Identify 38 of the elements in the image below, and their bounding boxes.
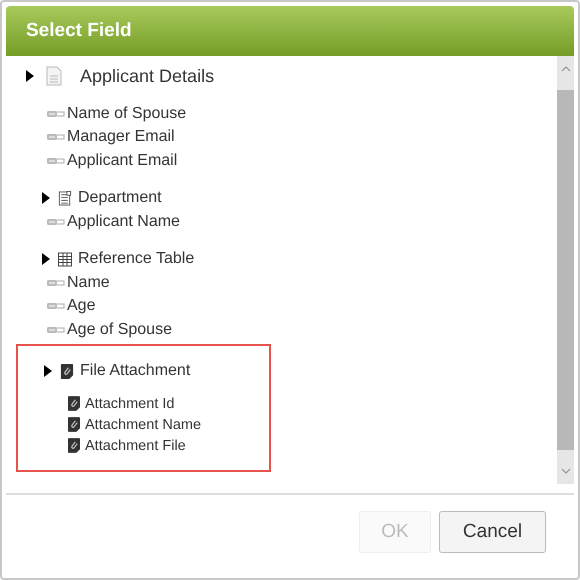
tree-item[interactable]: Reference Table <box>78 250 194 268</box>
attachment-icon <box>68 417 80 432</box>
expand-arrow-icon[interactable] <box>42 253 50 266</box>
tree-item[interactable]: Department <box>78 189 162 208</box>
attachment-icon <box>60 364 74 379</box>
tree-item[interactable]: Name <box>67 274 110 292</box>
scrollbar[interactable] <box>557 56 574 484</box>
dialog-title: Select Field <box>26 20 132 42</box>
field-icon <box>46 108 66 119</box>
dialog-button[interactable]: Cancel <box>439 511 546 553</box>
field-icon <box>46 156 66 166</box>
scroll-up-icon[interactable] <box>560 66 570 72</box>
field-icon <box>46 216 66 227</box>
form-icon <box>58 190 72 206</box>
tree-item[interactable]: Attachment Id <box>85 396 174 412</box>
tree-item[interactable]: Applicant Name <box>67 212 180 231</box>
tree-item[interactable]: File Attachment <box>80 362 190 380</box>
scroll-down-icon[interactable] <box>560 468 570 474</box>
tree-item[interactable]: Age <box>67 297 96 316</box>
expand-arrow-icon[interactable] <box>44 365 52 378</box>
field-icon <box>46 278 66 288</box>
document-icon <box>46 66 62 86</box>
tree-item[interactable]: Attachment File <box>85 438 186 454</box>
expand-arrow-icon[interactable] <box>26 70 34 82</box>
expand-arrow-icon[interactable] <box>42 192 50 204</box>
tree-item[interactable]: Age of Spouse <box>67 320 172 339</box>
attachment-icon <box>68 396 80 411</box>
tree-item[interactable]: Manager Email <box>67 128 175 146</box>
field-icon <box>46 324 66 335</box>
tree-item[interactable]: Attachment Name <box>85 416 202 432</box>
tree-item[interactable]: Applicant Details <box>80 66 214 86</box>
field-icon <box>46 132 66 142</box>
attachment-icon <box>68 438 80 453</box>
scroll-thumb[interactable] <box>557 90 574 450</box>
tree-item[interactable]: Name of Spouse <box>67 104 186 123</box>
table-icon <box>58 252 72 267</box>
field-icon <box>46 301 66 312</box>
tree-item[interactable]: Applicant Email <box>67 152 178 170</box>
